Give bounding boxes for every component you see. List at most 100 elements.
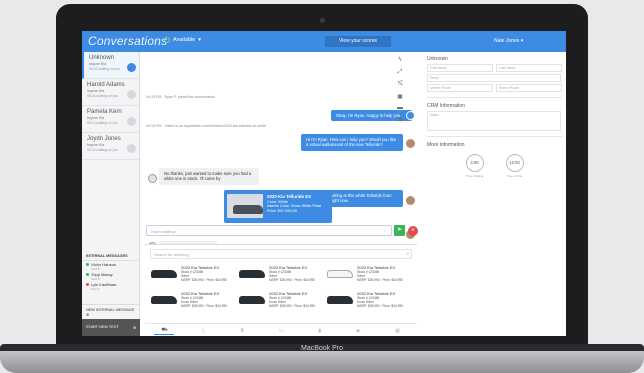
search-icon: ⌕ bbox=[406, 251, 409, 257]
inventory-item[interactable]: 2020 Kia Telluride EX Stock # 123456 Silve… bbox=[150, 263, 236, 285]
view-scores-button[interactable]: View your scores bbox=[325, 36, 391, 47]
tab-keyboard[interactable]: ▭ bbox=[271, 328, 291, 334]
vehicle-thumbnail bbox=[227, 194, 263, 218]
mobile-phone-field[interactable]: Mobile Phone bbox=[427, 84, 493, 92]
status-dropdown[interactable]: Available ▾ bbox=[164, 37, 201, 43]
app-title: Conversations bbox=[88, 34, 168, 48]
bolt-icon[interactable]: ϟ bbox=[394, 57, 406, 69]
status-icon bbox=[164, 37, 170, 43]
end-chat-button[interactable]: × bbox=[408, 226, 418, 236]
vehicle-thumbnail bbox=[326, 291, 354, 306]
vehicle-thumbnail bbox=[238, 291, 266, 306]
inventory-item[interactable]: 2020 Kia Telluride EX Stock # 123456 Snow … bbox=[150, 289, 236, 311]
conversation-name: Harold Adams bbox=[87, 82, 125, 88]
vehicle-color: Color: White bbox=[267, 199, 288, 204]
vehicle-card[interactable]: 2020 Kia Telluride EX Color: White Inter… bbox=[224, 190, 332, 223]
internal-contact[interactable]: Tripp Mckay Sent 6 bbox=[82, 271, 140, 281]
inventory-search-input[interactable]: Search for anything ⌕ bbox=[150, 249, 412, 259]
divider bbox=[427, 136, 562, 137]
inventory-item[interactable]: 2020 Kia Telluride EX Stock # 123456 Silve… bbox=[238, 263, 324, 285]
vehicle-thumbnail bbox=[150, 291, 178, 306]
inventory-item[interactable]: 2020 Kia Telluride EX Stock # 123456 Silve… bbox=[326, 263, 412, 285]
start-new-text-label: START NEW TEXT bbox=[86, 325, 119, 329]
agent-message: Hi I'm Ryan. How can I help you? Would y… bbox=[301, 134, 403, 151]
crm-title: CRM Information bbox=[427, 103, 465, 109]
notes-field[interactable]: Notes bbox=[427, 111, 561, 131]
inventory-item-text: 2020 Kia Telluride EX Stock # 123456 Silve… bbox=[181, 265, 227, 282]
tab-documents[interactable]: ▯ bbox=[193, 328, 213, 334]
car-icon bbox=[151, 296, 177, 304]
tab-video[interactable]: ▶ bbox=[349, 328, 369, 334]
plus-icon: ⊕ bbox=[132, 326, 136, 330]
video-icon[interactable]: ▬ bbox=[394, 105, 406, 117]
more-info-title: More information bbox=[427, 142, 465, 148]
send-button[interactable]: ➤ bbox=[394, 225, 405, 236]
inventory-tabs: ⛟ ▯ ♜ ▭ ▮ ▶ ▦ bbox=[145, 323, 417, 336]
visitor-title: Unknown bbox=[427, 56, 448, 62]
message-input-placeholder: Start chatting! bbox=[151, 229, 176, 234]
internal-contact[interactable]: Lyle Kauffman Sent 6 bbox=[82, 281, 140, 291]
tab-files[interactable]: ▮ bbox=[310, 328, 330, 334]
car-icon bbox=[327, 270, 353, 278]
camera-icon[interactable]: ▣ bbox=[394, 93, 406, 105]
tab-offers[interactable]: ♜ bbox=[232, 328, 252, 334]
laptop-base bbox=[0, 351, 644, 373]
time-on-site-label: Time on Site bbox=[506, 174, 523, 178]
tab-calendar[interactable]: ▦ bbox=[387, 328, 407, 334]
time-on-site-gauge: 12:03 Time on Site bbox=[505, 154, 525, 178]
home-phone-field[interactable]: Home Phone bbox=[496, 84, 562, 92]
user-menu[interactable]: Nate Jones ▾ bbox=[494, 38, 523, 44]
inventory-item[interactable]: 2020 Kia Telluride EX Stock # 123456 Snow … bbox=[238, 289, 324, 311]
new-internal-message-label: NEW INTERNAL MESSAGE bbox=[86, 308, 135, 312]
system-message: 04:15 PM - Visitor is on mywebsite.com/v… bbox=[146, 124, 266, 128]
inventory-price: MSRP: $39,990 · Price: $34,990 bbox=[357, 278, 403, 282]
phone-row: Mobile Phone Home Phone bbox=[427, 84, 562, 92]
conversation-item[interactable]: Joydn Jones Inquire Kia 09:24 waiting on… bbox=[82, 133, 139, 160]
chat-icon bbox=[127, 144, 136, 153]
conversation-item[interactable]: Pamela Kern Inquire Kia 08:13 waiting on… bbox=[82, 106, 139, 133]
shuffle-icon[interactable]: ⤭ bbox=[394, 81, 406, 93]
vehicle-price: Price: $37,990.00 bbox=[267, 209, 297, 214]
inventory-price: MSRP: $39,990 · Price: $34,990 bbox=[181, 304, 227, 308]
vehicle-title: 2020 Kia Telluride EX bbox=[267, 194, 312, 199]
online-status-icon bbox=[86, 263, 89, 266]
chevron-down-icon: ▾ bbox=[198, 37, 201, 43]
tab-vehicles[interactable]: ⛟ bbox=[154, 327, 175, 335]
inventory-price: MSRP: $39,990 · Price: $34,990 bbox=[357, 304, 403, 308]
first-name-field[interactable]: First Name bbox=[427, 64, 493, 72]
conversation-name: Pamela Kern bbox=[87, 109, 122, 115]
copy-icon[interactable]: ⧉ bbox=[394, 117, 406, 129]
online-status-icon bbox=[86, 283, 89, 286]
document-icon: ▯ bbox=[201, 327, 205, 334]
inventory-item-text: 2020 Kia Telluride EX Stock # 123456 Silve… bbox=[357, 265, 403, 282]
play-icon: ▶ bbox=[356, 327, 361, 334]
inventory-item[interactable]: 2020 Kia Telluride EX Stock # 123456 Snow … bbox=[326, 289, 412, 311]
inventory-item-text: 2020 Kia Telluride EX Stock # 123456 Snow … bbox=[181, 291, 227, 308]
agent-avatar bbox=[406, 111, 415, 120]
internal-contact[interactable]: Victor Hanson Sent 6 bbox=[82, 261, 140, 271]
name-row: First Name Last Name bbox=[427, 64, 562, 72]
expand-icon[interactable]: ⤢ bbox=[394, 69, 406, 81]
message-input[interactable]: Start chatting! ☺ bbox=[146, 225, 392, 236]
internal-messages: INTERNAL MESSAGES Victor Hanson Sent 6 Tr… bbox=[82, 254, 140, 291]
time-chatting-value: 4:06 bbox=[465, 154, 484, 172]
new-internal-message-button[interactable]: NEW INTERNAL MESSAGE ⊕ bbox=[82, 304, 140, 317]
search-placeholder: Search for anything bbox=[154, 252, 189, 257]
customer-message: No thanks, just wanted to make sure you … bbox=[159, 168, 259, 185]
emoji-icon[interactable]: ☺ bbox=[383, 228, 387, 233]
app-screen: Conversations Available ▾ View your scor… bbox=[82, 31, 566, 336]
start-new-text-button[interactable]: START NEW TEXT ⊕ bbox=[82, 319, 140, 336]
conversation-item[interactable]: Harold Adams Inquire Kia 08:24 waiting o… bbox=[82, 79, 139, 106]
plus-icon: ⊕ bbox=[86, 313, 90, 317]
system-message: 04:15 PM - Ryan P. joined the conversati… bbox=[146, 95, 215, 99]
email-field[interactable]: Email bbox=[427, 74, 561, 82]
crm-panel: Unknown First Name Last Name Email Mobil… bbox=[427, 56, 562, 178]
inventory-item-text: 2020 Kia Telluride EX Stock # 123456 Snow … bbox=[269, 291, 315, 308]
file-icon: ▮ bbox=[318, 327, 322, 334]
car-icon bbox=[239, 296, 265, 304]
inventory-price: MSRP: $39,990 · Price: $34,990 bbox=[269, 304, 315, 308]
status-label: Available bbox=[173, 37, 196, 43]
conversation-item[interactable]: Unknown Inquire Kia 26:02 waiting on you bbox=[82, 52, 139, 79]
inventory-price: MSRP: $39,990 · Price: $34,990 bbox=[269, 278, 315, 282]
last-name-field[interactable]: Last Name bbox=[496, 64, 562, 72]
